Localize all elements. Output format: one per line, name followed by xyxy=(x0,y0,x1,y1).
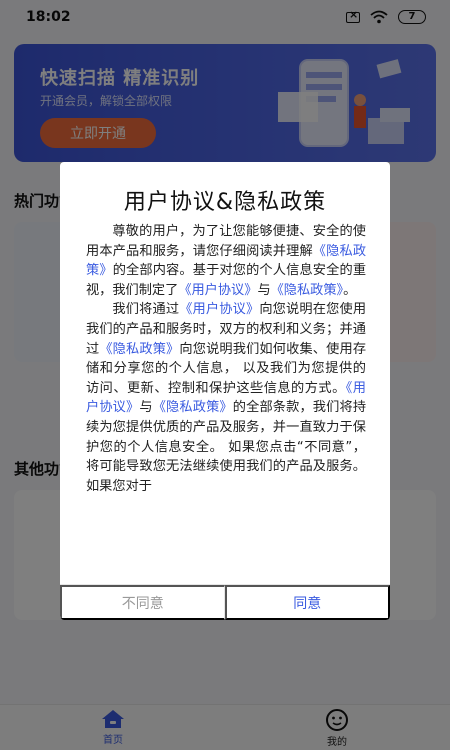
dialog-paragraph: 尊敬的用户，为了让您能够便捷、安全的使用本产品和服务，请您仔细阅读并理解《隐私政… xyxy=(86,222,366,300)
dialog-footer: 不同意 同意 xyxy=(60,584,390,620)
dialog-paragraph: 我们将通过《用户协议》向您说明在您使用我们的产品和服务时，双方的权利和义务；并通… xyxy=(86,300,366,496)
user-agreement-link[interactable]: 《用户协议》 xyxy=(179,302,259,317)
privacy-dialog: 用户协议&隐私政策 尊敬的用户，为了让您能够便捷、安全的使用本产品和服务，请您仔… xyxy=(60,162,390,620)
disagree-button[interactable]: 不同意 xyxy=(60,585,225,620)
dialog-title: 用户协议&隐私政策 xyxy=(123,190,327,215)
privacy-policy-link[interactable]: 《隐私政策》 xyxy=(271,283,344,298)
user-agreement-link[interactable]: 《用户协议》 xyxy=(178,283,257,298)
privacy-policy-link[interactable]: 《隐私政策》 xyxy=(99,342,179,357)
dialog-text: 。 xyxy=(343,282,357,298)
privacy-policy-link[interactable]: 《隐私政策》 xyxy=(153,400,233,415)
dialog-text: 与 xyxy=(139,400,153,416)
dialog-text: 与 xyxy=(257,282,271,298)
dialog-body[interactable]: 尊敬的用户，为了让您能够便捷、安全的使用本产品和服务，请您仔细阅读并理解《隐私政… xyxy=(86,222,366,562)
agree-button[interactable]: 同意 xyxy=(224,585,390,620)
dialog-text: 我们将通过 xyxy=(112,302,180,318)
